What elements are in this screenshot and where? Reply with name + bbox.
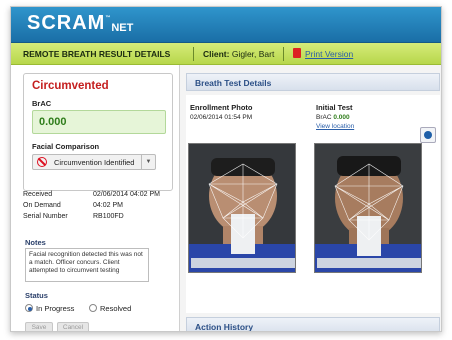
radio-unselected-icon[interactable] xyxy=(89,304,97,312)
result-status: Circumvented xyxy=(32,80,109,92)
facial-comparison-select[interactable]: Circumvention Identified ▼ xyxy=(32,154,156,170)
status-label: Status xyxy=(25,291,48,300)
page-title: REMOTE BREATH RESULT DETAILS xyxy=(23,49,171,59)
enrollment-photo-date: 02/06/2014 01:54 PM xyxy=(190,114,253,121)
client-label: Client: Gigler, Bart xyxy=(203,49,275,59)
action-history-header[interactable]: Action History xyxy=(186,317,440,331)
photo-comparison-area: Enrollment Photo 02/06/2014 01:54 PM Ini… xyxy=(186,95,440,313)
info-icon[interactable] xyxy=(420,127,436,143)
brac-label: BrAC xyxy=(32,99,52,108)
view-location-link[interactable]: View location xyxy=(316,123,354,130)
divider xyxy=(283,47,284,61)
enrollment-photo xyxy=(188,143,296,273)
divider xyxy=(193,47,194,61)
cancel-button[interactable]: Cancel xyxy=(57,322,89,331)
scramnet-logo: SCRAM™NET xyxy=(27,12,134,34)
chevron-down-icon[interactable]: ▼ xyxy=(141,155,155,169)
redaction-bar xyxy=(317,258,421,268)
result-card: Circumvented BrAC 0.000 Facial Compariso… xyxy=(23,73,173,191)
save-button[interactable]: Save xyxy=(25,322,53,331)
breath-test-details-header: Breath Test Details xyxy=(186,73,440,91)
client-name: Gigler, Bart xyxy=(231,49,275,59)
result-summary-panel: Circumvented BrAC 0.000 Facial Compariso… xyxy=(11,65,179,331)
initial-test-title: Initial Test xyxy=(316,103,353,112)
app-window: SCRAM™NET REMOTE BREATH RESULT DETAILS C… xyxy=(10,6,442,332)
redaction-bar xyxy=(191,258,295,268)
notes-textarea[interactable]: Facial recognition detected this was not… xyxy=(25,248,149,282)
facial-comparison-value: Circumvention Identified xyxy=(54,158,135,167)
radio-selected-icon[interactable] xyxy=(25,304,33,312)
brac-value-box: 0.000 xyxy=(32,110,166,134)
brac-value: 0.000 xyxy=(39,116,67,128)
enrollment-photo-title: Enrollment Photo xyxy=(190,103,253,112)
page-title-bar: REMOTE BREATH RESULT DETAILS Client: Gig… xyxy=(11,43,441,65)
brand-header: SCRAM™NET xyxy=(11,7,441,43)
notes-label: Notes xyxy=(25,238,46,247)
print-version-link[interactable]: Print Version xyxy=(305,49,353,59)
initial-test-photo xyxy=(314,143,422,273)
pdf-icon[interactable] xyxy=(293,48,301,58)
initial-test-brac: BrAC 0.000 xyxy=(316,114,350,121)
breath-test-panel: Breath Test Details Enrollment Photo 02/… xyxy=(179,65,441,331)
prohibited-icon xyxy=(37,157,47,167)
facial-comparison-label: Facial Comparison xyxy=(32,142,100,151)
